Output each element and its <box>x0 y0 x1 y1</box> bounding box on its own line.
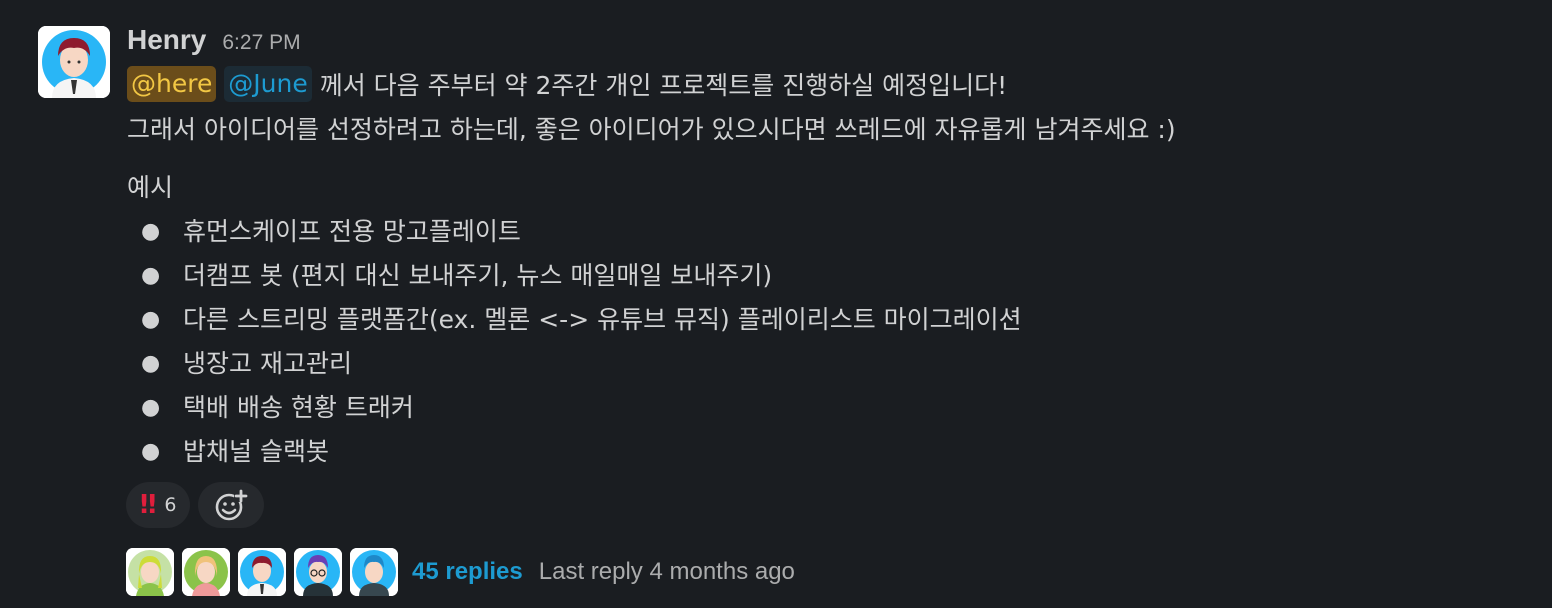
bullet: ● <box>141 439 161 464</box>
add-reaction-button[interactable] <box>198 482 265 528</box>
thread-participants <box>126 548 398 596</box>
bullet: ● <box>141 351 161 376</box>
list-item-text: 휴먼스케이프 전용 망고플레이트 <box>183 217 521 246</box>
list-item-text: 밥채널 슬랙봇 <box>183 437 329 466</box>
example-list: ● 휴먼스케이프 전용 망고플레이트 ● 더캠프 봇 (편지 대신 보내주기, 뉴스… <box>127 210 1527 474</box>
avatar-blonde-hair <box>182 548 230 596</box>
avatar-purple-hair <box>294 548 342 596</box>
avatar-teal-hair <box>350 548 398 596</box>
reactions-bar: ‼ 6 <box>126 482 265 528</box>
author-avatar[interactable] <box>38 26 110 98</box>
message-header: Henry 6:27 PM <box>127 24 301 60</box>
message-line-1-text: 께서 다음 주부터 약 2주간 개인 프로젝트를 진행하실 예정입니다! <box>311 71 1008 100</box>
list-item: ● 휴먼스케이프 전용 망고플레이트 <box>127 210 1527 254</box>
message: Henry 6:27 PM @here @June 께서 다음 주부터 약 2주… <box>0 0 1552 608</box>
avatar-green-hair <box>126 548 174 596</box>
list-item: ● 더캠프 봇 (편지 대신 보내주기, 뉴스 매일매일 보내주기) <box>127 254 1527 298</box>
timestamp[interactable]: 6:27 PM <box>222 31 300 55</box>
list-item: ● 냉장고 재고관리 <box>127 342 1527 386</box>
list-item: ● 택배 배송 현황 트래커 <box>127 386 1527 430</box>
bullet: ● <box>141 219 161 244</box>
list-item-text: 다른 스트리밍 플랫폼간(ex. 멜론 <-> 유튜브 뮤직) 플레이리스트 마… <box>183 305 1022 334</box>
list-item-text: 택배 배송 현황 트래커 <box>183 393 414 422</box>
example-heading: 예시 <box>127 173 174 202</box>
list-item-text: 더캠프 봇 (편지 대신 보내주기, 뉴스 매일매일 보내주기) <box>183 261 773 290</box>
add-emoji-icon <box>216 489 249 521</box>
author-name[interactable]: Henry <box>127 24 206 56</box>
reaction-count: 6 <box>164 494 177 516</box>
message-line-1: @here @June 께서 다음 주부터 약 2주간 개인 프로젝트를 진행하… <box>127 64 1527 108</box>
here-mention[interactable]: @here <box>127 66 217 102</box>
bullet: ● <box>141 263 161 288</box>
list-item: ● 밥채널 슬랙봇 <box>127 430 1527 474</box>
avatar-henry <box>238 548 286 596</box>
bullet: ● <box>141 395 161 420</box>
list-item: ● 다른 스트리밍 플랫폼간(ex. 멜론 <-> 유튜브 뮤직) 플레이리스트 … <box>127 298 1527 342</box>
user-mention[interactable]: @June <box>224 66 312 102</box>
last-reply-time: Last reply 4 months ago <box>538 558 795 585</box>
bullet: ● <box>141 307 161 332</box>
message-body: @here @June 께서 다음 주부터 약 2주간 개인 프로젝트를 진행하… <box>127 64 1527 474</box>
double-exclamation-icon: ‼ <box>140 490 156 520</box>
thread-summary[interactable]: 45 replies Last reply 4 months ago <box>126 548 795 596</box>
message-line-2: 그래서 아이디어를 선정하려고 하는데, 좋은 아이디어가 있으시다면 쓰레드에… <box>127 115 1176 144</box>
reaction-double-exclamation[interactable]: ‼ 6 <box>126 482 191 528</box>
list-item-text: 냉장고 재고관리 <box>183 349 352 378</box>
thread-replies-link[interactable]: 45 replies <box>412 558 523 586</box>
